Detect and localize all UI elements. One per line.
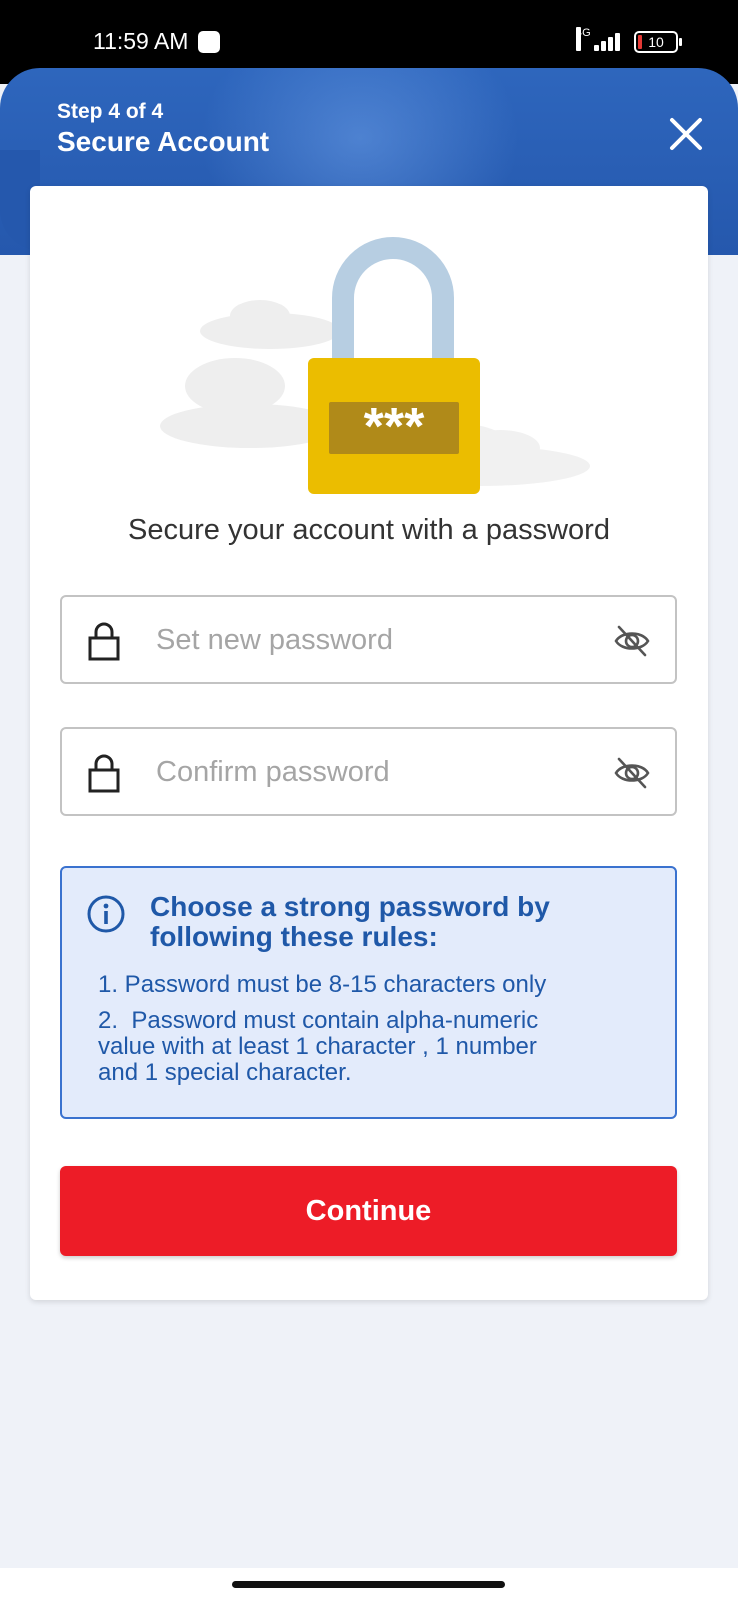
confirm-password-field[interactable] bbox=[60, 727, 677, 816]
eye-off-icon[interactable] bbox=[613, 755, 651, 791]
eye-off-icon[interactable] bbox=[613, 623, 651, 659]
battery-level: 10 bbox=[648, 34, 664, 50]
rule-item: 2. Password must contain alpha-numeric v… bbox=[98, 1007, 539, 1086]
password-rules-box: Choose a strong password by following th… bbox=[60, 866, 677, 1119]
home-indicator[interactable] bbox=[232, 1581, 505, 1588]
step-indicator: Step 4 of 4 bbox=[57, 100, 164, 123]
status-icons: 4G 10 bbox=[576, 27, 682, 56]
rules-heading: Choose a strong password by following th… bbox=[150, 891, 550, 952]
battery-icon: 10 bbox=[634, 31, 682, 53]
subtitle: Secure your account with a password bbox=[128, 514, 610, 546]
status-time: 11:59 AM bbox=[93, 28, 189, 54]
rule-item: 1. Password must be 8-15 characters only bbox=[98, 971, 547, 998]
padlock-illustration: *** bbox=[160, 237, 590, 494]
secure-account-card: *** Secure your account with a password bbox=[30, 186, 708, 1300]
close-icon bbox=[670, 118, 702, 150]
page-title: Secure Account bbox=[57, 126, 270, 157]
confirm-password-input[interactable] bbox=[156, 745, 576, 799]
new-password-input[interactable] bbox=[156, 613, 576, 667]
lock-icon bbox=[88, 622, 120, 661]
close-button[interactable] bbox=[664, 112, 708, 156]
info-icon bbox=[87, 895, 125, 933]
new-password-field[interactable] bbox=[60, 595, 677, 684]
network-type: 4G bbox=[576, 27, 591, 51]
continue-button[interactable]: Continue bbox=[60, 1166, 677, 1256]
signal-icon: 4G bbox=[576, 27, 624, 53]
notification-icon bbox=[198, 31, 220, 53]
password-mask-text: *** bbox=[364, 398, 425, 456]
lock-icon bbox=[88, 754, 120, 793]
